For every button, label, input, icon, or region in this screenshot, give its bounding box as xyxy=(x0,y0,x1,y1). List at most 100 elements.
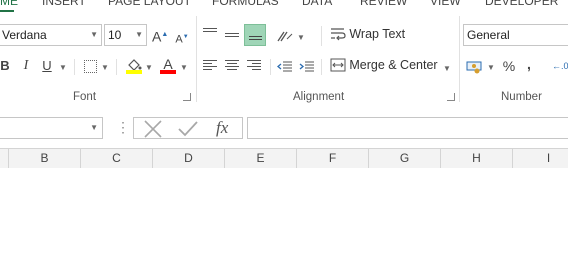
decrease-indent-button[interactable] xyxy=(276,56,293,76)
tab-insert[interactable]: INSERT xyxy=(42,0,86,8)
align-left-button[interactable] xyxy=(203,58,217,80)
underline-dropdown[interactable]: ▼ xyxy=(59,56,67,76)
chevron-down-icon: ▼ xyxy=(59,63,67,72)
decrease-indent-icon xyxy=(276,61,292,72)
enter-button[interactable] xyxy=(176,119,200,139)
wrap-text-icon xyxy=(331,28,346,41)
borders-dropdown[interactable]: ▼ xyxy=(101,56,109,76)
increase-indent-icon xyxy=(299,61,314,72)
tab-home[interactable]: ME xyxy=(0,0,18,8)
tab-review[interactable]: REVIEW xyxy=(360,0,407,8)
merge-center-dropdown[interactable]: ▼ xyxy=(443,57,451,77)
comma-style-button[interactable]: , xyxy=(524,54,534,74)
ribbon-tab-strip: ME INSERT PAGE LAYOUT FORMULAS DATA REVI… xyxy=(0,0,568,12)
alignment-group-label: Alignment xyxy=(293,91,345,103)
grow-font-button[interactable]: A▲ xyxy=(152,25,168,45)
fill-color-dropdown[interactable]: ▼ xyxy=(145,56,153,76)
number-format-combo[interactable]: General xyxy=(463,24,568,46)
shrink-font-icon: A xyxy=(175,33,183,46)
wrap-text-button[interactable]: Wrap Text xyxy=(330,26,405,46)
chevron-down-icon: ▼ xyxy=(487,63,495,72)
number-group-label: Number xyxy=(501,91,542,103)
merge-center-button[interactable]: Merge & Center xyxy=(330,57,438,77)
align-center-button[interactable] xyxy=(225,58,239,80)
chevron-down-icon: ▼ xyxy=(101,63,109,72)
grow-font-icon: A xyxy=(152,28,162,45)
divider xyxy=(74,59,75,75)
wrap-text-label: Wrap Text xyxy=(349,26,406,41)
tab-developer[interactable]: DEVELOPER xyxy=(485,0,558,8)
group-divider xyxy=(459,16,460,102)
orientation-dropdown[interactable]: ▼ xyxy=(297,26,305,46)
accounting-format-dropdown[interactable]: ▼ xyxy=(487,56,495,76)
align-top-button[interactable] xyxy=(203,26,217,48)
column-header-h[interactable]: H xyxy=(441,149,513,168)
font-dialog-launcher-icon[interactable] xyxy=(183,93,191,101)
font-color-swatch xyxy=(160,70,176,74)
bold-button[interactable]: B xyxy=(0,56,12,76)
font-group-label: Font xyxy=(73,91,97,103)
chevron-down-icon: ▼ xyxy=(180,63,188,72)
chevron-down-icon[interactable]: ▼ xyxy=(135,25,143,45)
tab-page-layout[interactable]: PAGE LAYOUT xyxy=(108,0,191,8)
enter-check-icon xyxy=(178,121,198,137)
resize-handle-icon[interactable]: ⋮ xyxy=(116,119,130,136)
accounting-format-button[interactable] xyxy=(466,56,484,76)
ribbon: Verdana ▼ 10 ▼ A▲ A▼ B I U ▼ ▼ ▼ A ▼ Fon… xyxy=(0,12,568,106)
tab-data[interactable]: DATA xyxy=(302,0,332,8)
font-name-combo[interactable]: Verdana ▼ xyxy=(0,24,102,46)
merge-center-label: Merge & Center xyxy=(349,57,438,72)
divider xyxy=(321,59,322,75)
insert-function-button[interactable]: fx xyxy=(216,118,240,138)
formula-input[interactable] xyxy=(247,117,568,139)
chevron-down-icon[interactable]: ▼ xyxy=(90,25,98,45)
formula-buttons: fx xyxy=(133,117,243,139)
increase-indent-button[interactable] xyxy=(299,56,315,76)
column-header-row: B C D E F G H I xyxy=(0,148,568,169)
orientation-button[interactable] xyxy=(276,25,294,45)
column-header-e[interactable]: E xyxy=(225,149,297,168)
fill-color-swatch xyxy=(126,70,142,74)
borders-button[interactable] xyxy=(82,56,98,76)
chevron-down-icon: ▼ xyxy=(145,63,153,72)
column-header-f[interactable]: F xyxy=(297,149,369,168)
cancel-x-icon xyxy=(144,120,162,138)
italic-button[interactable]: I xyxy=(20,56,32,76)
column-header-g[interactable]: G xyxy=(369,149,441,168)
cancel-button[interactable] xyxy=(142,119,164,139)
font-name-value: Verdana xyxy=(2,28,47,42)
align-bottom-button[interactable] xyxy=(244,24,266,46)
chevron-down-icon: ▼ xyxy=(297,33,305,42)
chevron-down-icon[interactable]: ▼ xyxy=(90,123,98,132)
shrink-font-button[interactable]: A▼ xyxy=(175,27,189,47)
column-header-i[interactable]: I xyxy=(513,149,568,168)
column-header-b[interactable]: B xyxy=(9,149,81,168)
currency-icon xyxy=(466,61,482,74)
percent-style-button[interactable]: % xyxy=(501,56,517,76)
align-middle-button[interactable] xyxy=(225,26,239,53)
font-size-value: 10 xyxy=(108,28,122,42)
worksheet-grid[interactable] xyxy=(0,168,568,277)
divider xyxy=(270,59,271,75)
column-header-d[interactable]: D xyxy=(153,149,225,168)
underline-button[interactable]: U xyxy=(40,56,54,76)
font-color-dropdown[interactable]: ▼ xyxy=(180,56,188,76)
borders-icon xyxy=(83,60,97,74)
merge-center-icon xyxy=(330,58,346,72)
text-orientation-icon xyxy=(277,31,293,41)
column-header-a-partial[interactable] xyxy=(0,149,9,168)
formula-bar: ▼ ⋮ fx xyxy=(0,105,568,145)
divider xyxy=(321,26,322,46)
font-size-combo[interactable]: 10 ▼ xyxy=(104,24,147,46)
name-box[interactable]: ▼ xyxy=(0,117,103,139)
alignment-dialog-launcher-icon[interactable] xyxy=(447,93,455,101)
chevron-down-icon: ▼ xyxy=(443,64,451,73)
increase-decimal-button[interactable]: ←.0 xyxy=(552,56,568,76)
tab-view[interactable]: VIEW xyxy=(430,0,461,8)
tab-formulas[interactable]: FORMULAS xyxy=(212,0,279,8)
column-header-c[interactable]: C xyxy=(81,149,153,168)
align-right-button[interactable] xyxy=(247,58,261,80)
group-divider xyxy=(196,16,197,102)
number-format-value: General xyxy=(467,28,510,42)
divider xyxy=(116,59,117,75)
